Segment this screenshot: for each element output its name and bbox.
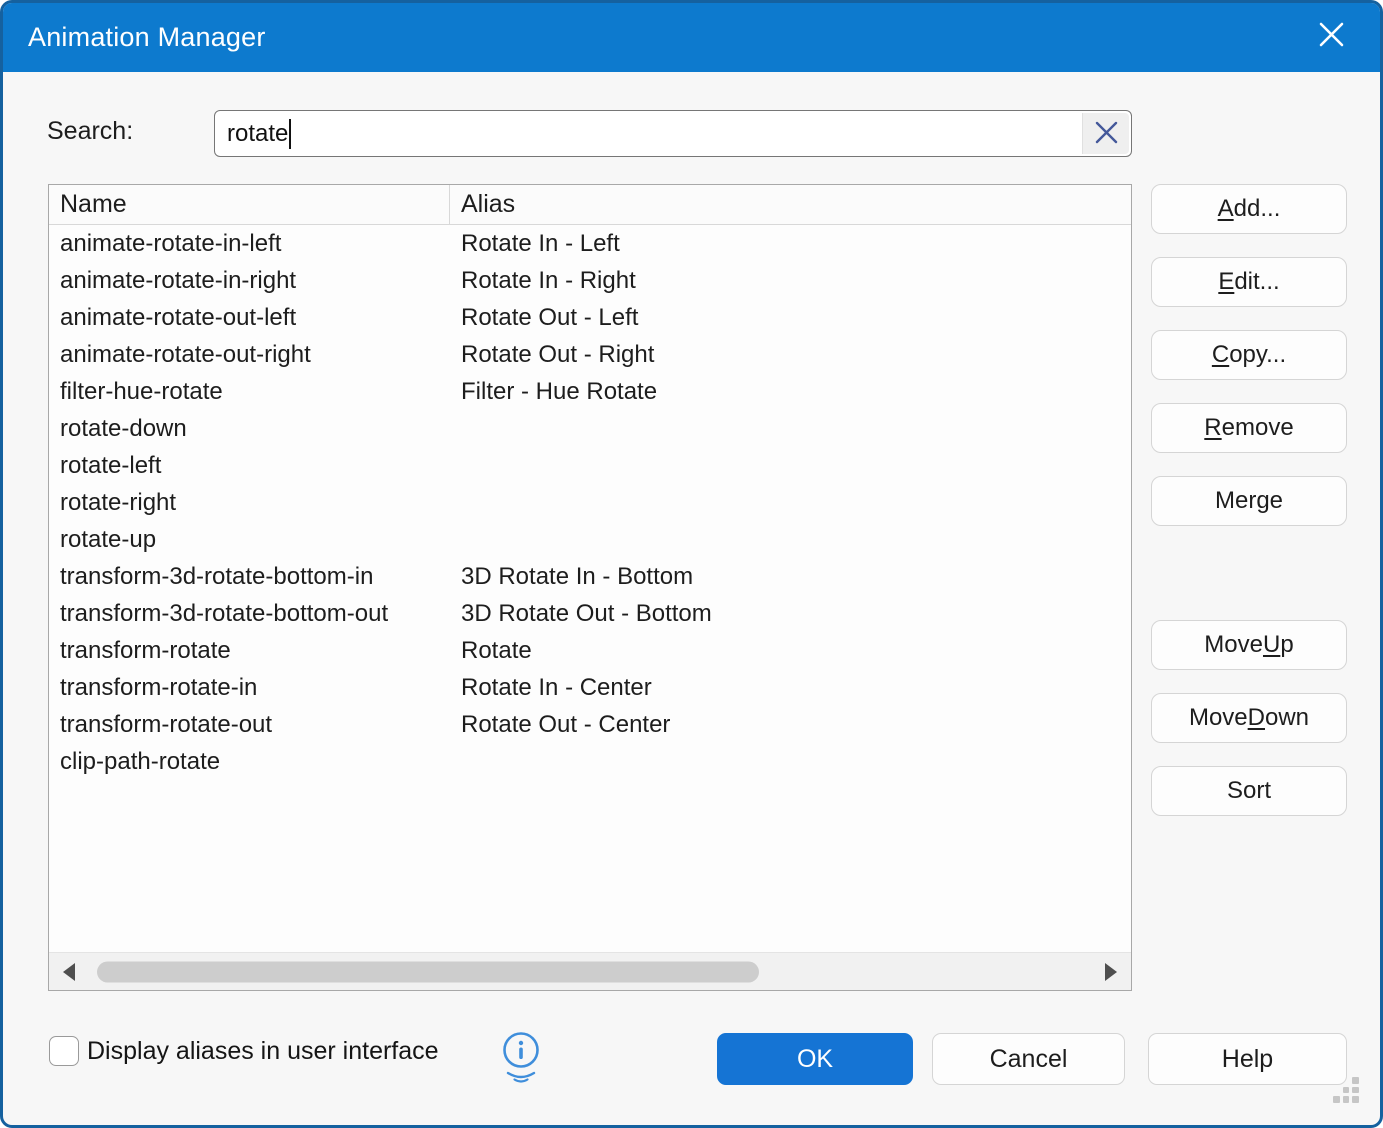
row-name: filter-hue-rotate — [49, 378, 450, 406]
row-alias: Filter - Hue Rotate — [450, 378, 1131, 406]
row-name: rotate-up — [49, 526, 450, 554]
text-caret — [289, 119, 291, 149]
table-row[interactable]: rotate-down — [49, 410, 1131, 447]
info-icon[interactable] — [495, 1028, 547, 1088]
row-alias: 3D Rotate In - Bottom — [450, 563, 1131, 591]
table-row[interactable]: animate-rotate-out-left Rotate Out - Lef… — [49, 299, 1131, 336]
scroll-right-icon[interactable] — [1105, 963, 1117, 981]
dialog-title: Animation Manager — [28, 22, 266, 53]
scrollbar-thumb[interactable] — [97, 961, 759, 982]
row-name: transform-rotate-out — [49, 711, 450, 739]
table-row[interactable]: animate-rotate-in-right Rotate In - Righ… — [49, 262, 1131, 299]
horizontal-scrollbar[interactable] — [49, 952, 1131, 990]
move-up-button[interactable]: Move Up — [1151, 620, 1347, 670]
row-name: animate-rotate-out-right — [49, 341, 450, 369]
row-alias: Rotate Out - Center — [450, 711, 1131, 739]
row-alias: Rotate In - Left — [450, 230, 1131, 258]
table-row[interactable]: animate-rotate-out-right Rotate Out - Ri… — [49, 336, 1131, 373]
copy-button[interactable]: Copy... — [1151, 330, 1347, 380]
row-alias: Rotate In - Right — [450, 267, 1131, 295]
merge-button[interactable]: Merge — [1151, 476, 1347, 526]
help-button[interactable]: Help — [1148, 1033, 1347, 1085]
row-name: transform-rotate — [49, 637, 450, 665]
table-row[interactable]: transform-3d-rotate-bottom-out 3D Rotate… — [49, 595, 1131, 632]
row-alias: 3D Rotate Out - Bottom — [450, 600, 1131, 628]
row-name: transform-rotate-in — [49, 674, 450, 702]
row-name: rotate-left — [49, 452, 450, 480]
sort-button[interactable]: Sort — [1151, 766, 1347, 816]
column-header-name[interactable]: Name — [49, 185, 450, 224]
column-header-alias[interactable]: Alias — [450, 185, 1131, 224]
list-header: Name Alias — [49, 185, 1131, 225]
table-row[interactable]: transform-rotate Rotate — [49, 632, 1131, 669]
table-row[interactable]: rotate-up — [49, 521, 1131, 558]
row-name: rotate-down — [49, 415, 450, 443]
table-row[interactable]: transform-rotate-in Rotate In - Center — [49, 669, 1131, 706]
animation-list[interactable]: Name Alias animate-rotate-in-left Rotate… — [48, 184, 1132, 991]
title-bar[interactable]: Animation Manager — [3, 3, 1380, 72]
table-row[interactable]: rotate-right — [49, 484, 1131, 521]
animation-manager-dialog: Animation Manager Search: rotate — [0, 0, 1383, 1128]
table-row[interactable]: clip-path-rotate — [49, 743, 1131, 780]
display-aliases-checkbox[interactable] — [49, 1036, 79, 1066]
display-aliases-label: Display aliases in user interface — [87, 1036, 439, 1066]
row-name: rotate-right — [49, 489, 450, 517]
row-name: animate-rotate-in-left — [49, 230, 450, 258]
clear-x-icon — [1092, 118, 1121, 150]
add-button[interactable]: Add... — [1151, 184, 1347, 234]
row-name: animate-rotate-out-left — [49, 304, 450, 332]
search-clear-button[interactable] — [1082, 113, 1129, 154]
row-alias: Rotate Out - Left — [450, 304, 1131, 332]
row-alias: Rotate Out - Right — [450, 341, 1131, 369]
screen: Animation Manager Search: rotate — [0, 0, 1383, 1128]
search-input[interactable]: rotate — [214, 110, 1132, 157]
table-row[interactable]: rotate-left — [49, 447, 1131, 484]
cancel-button[interactable]: Cancel — [932, 1033, 1125, 1085]
row-name: transform-3d-rotate-bottom-out — [49, 600, 450, 628]
row-name: transform-3d-rotate-bottom-in — [49, 563, 450, 591]
scroll-left-icon[interactable] — [63, 963, 75, 981]
row-name: clip-path-rotate — [49, 748, 450, 776]
table-row[interactable]: filter-hue-rotate Filter - Hue Rotate — [49, 373, 1131, 410]
table-row[interactable]: transform-3d-rotate-bottom-in 3D Rotate … — [49, 558, 1131, 595]
table-row[interactable]: animate-rotate-in-left Rotate In - Left — [49, 225, 1131, 262]
list-rows: animate-rotate-in-left Rotate In - Left … — [49, 225, 1131, 780]
ok-button[interactable]: OK — [717, 1033, 913, 1085]
row-alias: Rotate In - Center — [450, 674, 1131, 702]
close-icon — [1318, 21, 1345, 53]
table-row[interactable]: transform-rotate-out Rotate Out - Center — [49, 706, 1131, 743]
remove-button[interactable]: Remove — [1151, 403, 1347, 453]
row-alias: Rotate — [450, 637, 1131, 665]
search-label: Search: — [47, 117, 133, 146]
row-name: animate-rotate-in-right — [49, 267, 450, 295]
move-down-button[interactable]: Move Down — [1151, 693, 1347, 743]
close-button[interactable] — [1314, 20, 1348, 54]
resize-grip[interactable] — [1333, 1077, 1359, 1103]
search-value: rotate — [215, 120, 288, 148]
edit-button[interactable]: Edit... — [1151, 257, 1347, 307]
